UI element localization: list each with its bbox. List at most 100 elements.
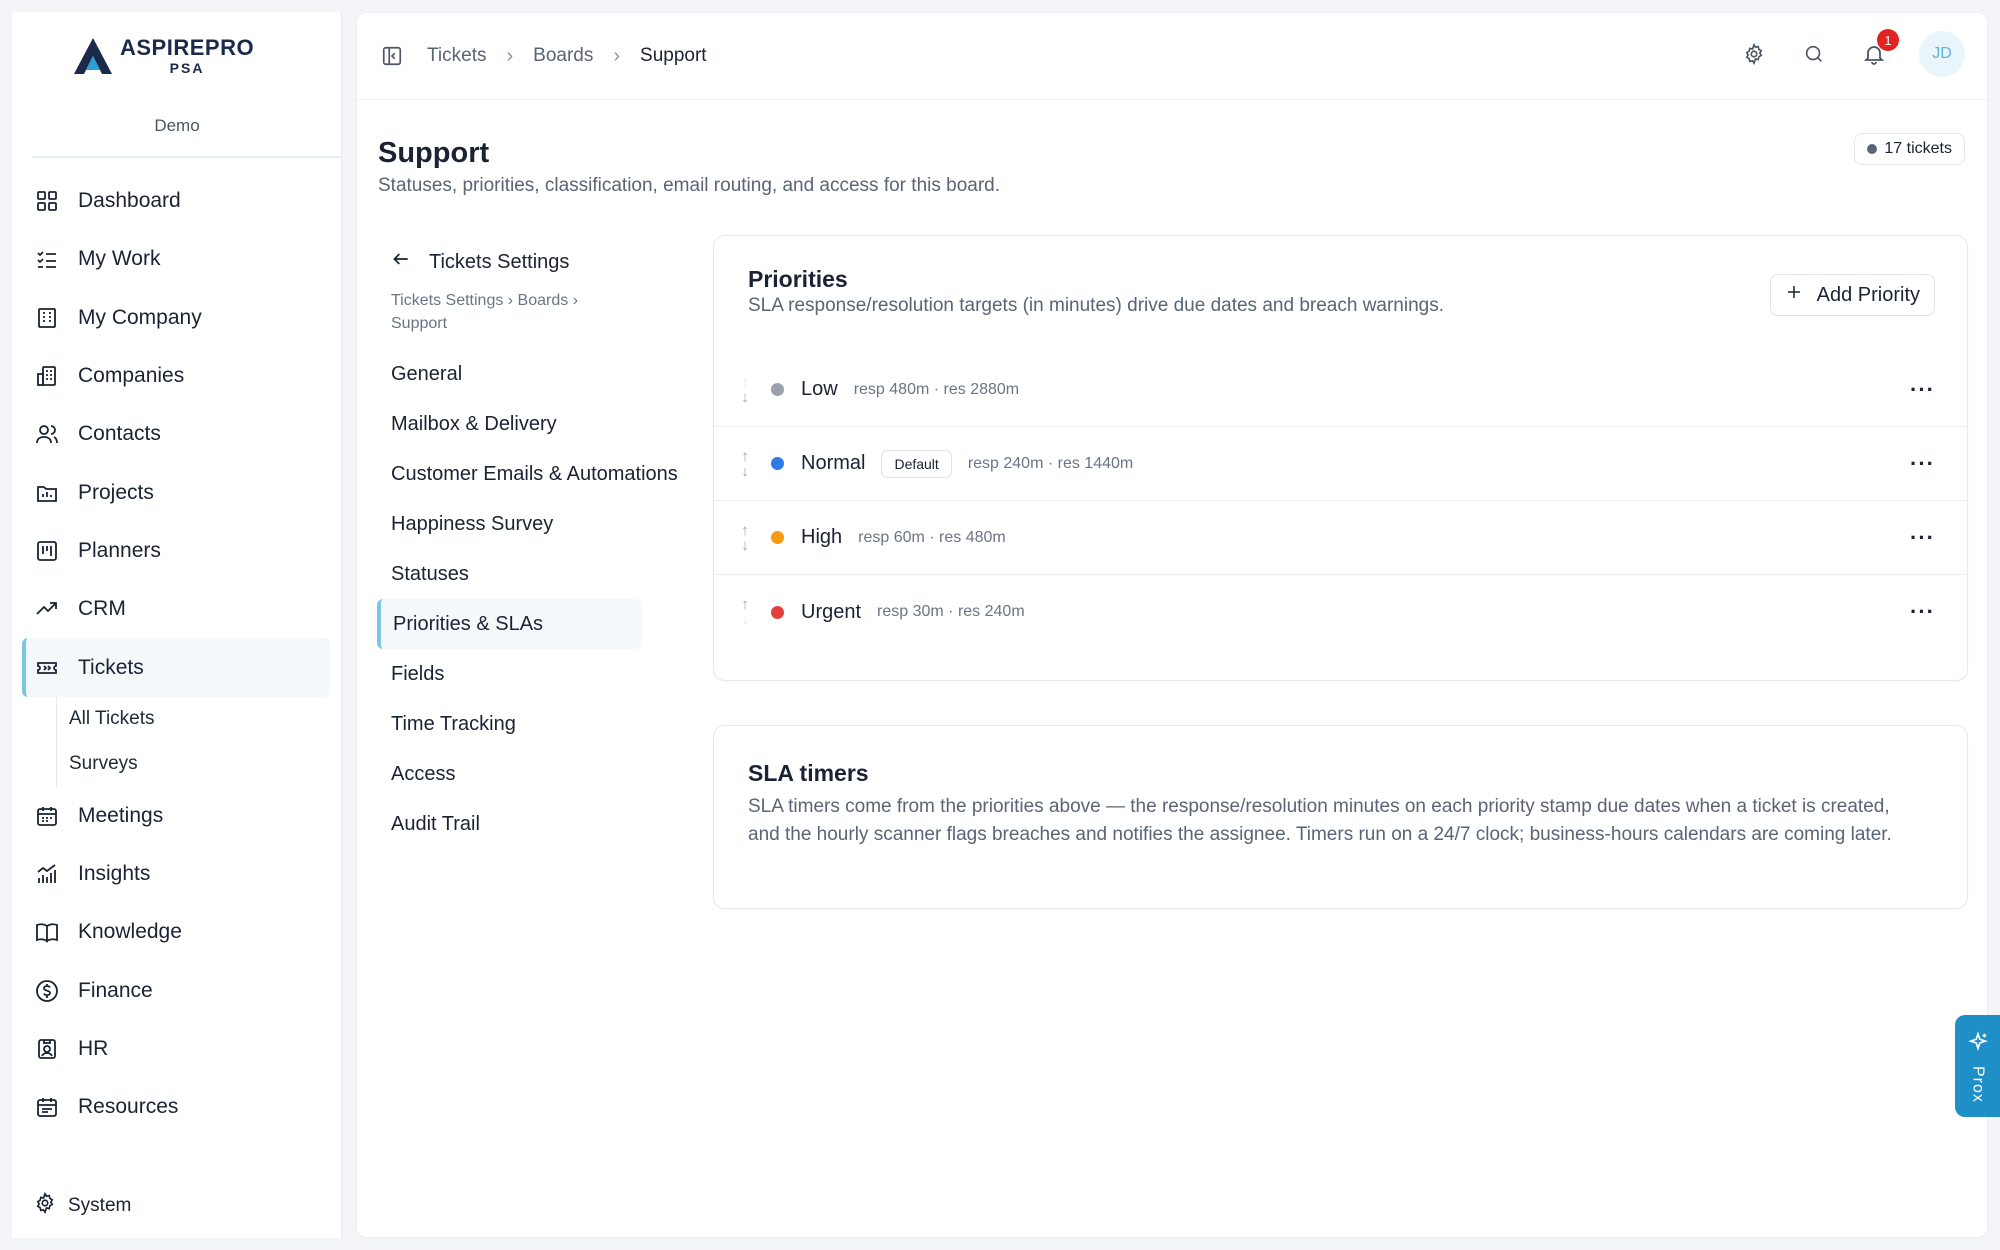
arrow-down-icon: ↓: [741, 462, 749, 480]
reorder-handle[interactable]: ↑ ↓: [736, 449, 754, 479]
sidebar-item-planners[interactable]: Planners: [12, 522, 342, 580]
settings-breadcrumb: Tickets Settings › Boards › Support: [391, 292, 579, 332]
status-dot: [1867, 144, 1878, 154]
sidebar-item-knowledge[interactable]: Knowledge: [12, 903, 342, 961]
more-options-icon[interactable]: ···: [1910, 525, 1935, 551]
sidebar-item-finance[interactable]: Finance: [12, 962, 342, 1020]
page-title: Support: [378, 137, 490, 169]
more-options-icon[interactable]: ···: [1910, 377, 1935, 403]
back-to-settings-button[interactable]: Tickets Settings: [377, 241, 697, 283]
settings-nav: Tickets Settings Tickets Settings › Boar…: [377, 241, 697, 849]
add-priority-button[interactable]: Add Priority: [1769, 274, 1935, 316]
sidebar-item-meetings[interactable]: Meetings: [12, 787, 342, 845]
sidebar-item-my-work[interactable]: My Work: [12, 230, 342, 288]
priority-color-dot: [771, 531, 784, 544]
priority-row[interactable]: ↑ ↓ Low resp 480m · res 2880m ···: [714, 353, 1967, 427]
breadcrumb-tickets[interactable]: Tickets: [427, 45, 486, 67]
subnav-item-all-tickets[interactable]: All Tickets: [56, 696, 342, 742]
sidebar-item-insights[interactable]: Insights: [12, 845, 342, 903]
sidebar-item-crm[interactable]: CRM: [12, 580, 342, 638]
priority-row[interactable]: ↑ ↓ Normal Default resp 240m · res 1440m …: [714, 427, 1967, 501]
sidebar-item-companies[interactable]: Companies: [12, 347, 342, 405]
settings-nav-audit-trail[interactable]: Audit Trail: [377, 799, 697, 849]
page-subtitle: Statuses, priorities, classification, em…: [378, 175, 1001, 196]
settings-nav-mailbox[interactable]: Mailbox & Delivery: [377, 399, 697, 449]
priority-name: Urgent: [801, 600, 862, 623]
priorities-subtitle: SLA response/resolution targets (in minu…: [748, 295, 1445, 316]
sidebar-item-dashboard[interactable]: Dashboard: [12, 172, 342, 230]
sidebar-item-system[interactable]: System: [34, 1191, 132, 1220]
sidebar-item-contacts[interactable]: Contacts: [12, 405, 342, 463]
trend-icon: [34, 596, 60, 622]
sidebar-item-label: CRM: [78, 597, 126, 621]
breadcrumb-boards[interactable]: Boards: [533, 45, 593, 67]
dollar-icon: [34, 978, 60, 1004]
arrow-up-icon: ↑: [741, 596, 749, 613]
back-label: Tickets Settings: [429, 250, 570, 273]
prox-label: Prox: [1969, 1066, 1987, 1103]
top-actions: 1 JD: [1739, 29, 1965, 77]
notification-badge: 1: [1877, 29, 1899, 51]
badge-icon: [34, 1036, 60, 1062]
reorder-handle[interactable]: ↑ ↓: [736, 523, 754, 553]
sla-title: SLA timers: [748, 760, 869, 786]
more-options-icon[interactable]: ···: [1910, 451, 1935, 477]
sidebar-item-hr[interactable]: HR: [12, 1020, 342, 1078]
priority-row[interactable]: ↑ ↓ High resp 60m · res 480m ···: [714, 501, 1967, 575]
gear-icon: [1745, 43, 1763, 65]
main-nav: Dashboard My Work My Company Companies C…: [12, 172, 342, 1136]
settings-nav-general[interactable]: General: [377, 349, 697, 399]
breadcrumb-support: Support: [640, 45, 707, 66]
prox-assistant-tab[interactable]: Prox: [1955, 1015, 2000, 1117]
settings-nav-time-tracking[interactable]: Time Tracking: [377, 699, 697, 749]
logo-icon: [72, 36, 114, 76]
brand-logo[interactable]: ASPIREPRO PSA: [72, 36, 254, 76]
reorder-handle[interactable]: ↑ ↓: [736, 375, 754, 405]
subnav-item-surveys[interactable]: Surveys: [56, 741, 342, 787]
tickets-subnav: All Tickets Surveys: [12, 696, 342, 787]
book-icon: [34, 919, 60, 945]
sidebar-item-label: My Work: [78, 247, 161, 271]
priority-sla: resp 240m · res 1440m: [967, 454, 1134, 472]
settings-nav-customer-emails[interactable]: Customer Emails & Automations: [377, 449, 697, 499]
sidebar-item-label: Tickets: [78, 655, 144, 679]
sidebar-item-projects[interactable]: Projects: [12, 463, 342, 521]
sidebar-item-label: Companies: [78, 364, 185, 388]
sidebar-toggle-icon[interactable]: [381, 45, 403, 67]
priority-sla: resp 60m · res 480m: [858, 528, 1006, 546]
brand-name: ASPIREPRO: [120, 35, 255, 60]
my-work-icon: [34, 246, 60, 272]
sidebar-item-my-company[interactable]: My Company: [12, 289, 342, 347]
gear-icon: [34, 1191, 56, 1220]
settings-nav-fields[interactable]: Fields: [377, 649, 697, 699]
sidebar-item-tickets[interactable]: Tickets: [22, 638, 330, 697]
avatar[interactable]: JD: [1919, 31, 1965, 77]
ticket-icon: [34, 655, 60, 681]
sidebar-item-label: Meetings: [78, 803, 164, 827]
arrow-down-icon: ↓: [741, 536, 749, 554]
settings-nav-statuses[interactable]: Statuses: [377, 549, 697, 599]
sidebar-item-label: Resources: [78, 1095, 179, 1119]
org-name[interactable]: Demo: [12, 116, 342, 136]
sidebar-item-resources[interactable]: Resources: [12, 1078, 342, 1136]
settings-nav-happiness-survey[interactable]: Happiness Survey: [377, 499, 697, 549]
search-button[interactable]: [1799, 39, 1829, 69]
building-icon: [34, 305, 60, 331]
sidebar-item-label: My Company: [78, 305, 202, 329]
priority-name: High: [801, 526, 843, 548]
search-icon: [1805, 45, 1822, 62]
plus-icon: [1785, 283, 1803, 307]
settings-button[interactable]: [1739, 39, 1769, 69]
priority-row[interactable]: ↑ ↓ Urgent resp 30m · res 240m ···: [714, 575, 1967, 649]
more-options-icon[interactable]: ···: [1910, 599, 1935, 625]
reorder-handle[interactable]: ↑ ↓: [736, 597, 754, 627]
breadcrumb: Tickets › Boards › Support: [427, 45, 707, 68]
priority-color-dot: [771, 605, 784, 619]
priority-sla: resp 480m · res 2880m: [853, 380, 1020, 398]
notifications-button[interactable]: 1: [1859, 29, 1899, 69]
system-label: System: [68, 1195, 132, 1216]
sidebar-item-label: Knowledge: [78, 920, 182, 944]
sidebar-item-label: Dashboard: [78, 189, 181, 213]
settings-nav-access[interactable]: Access: [377, 749, 697, 799]
settings-nav-priorities[interactable]: Priorities & SLAs: [377, 599, 642, 649]
